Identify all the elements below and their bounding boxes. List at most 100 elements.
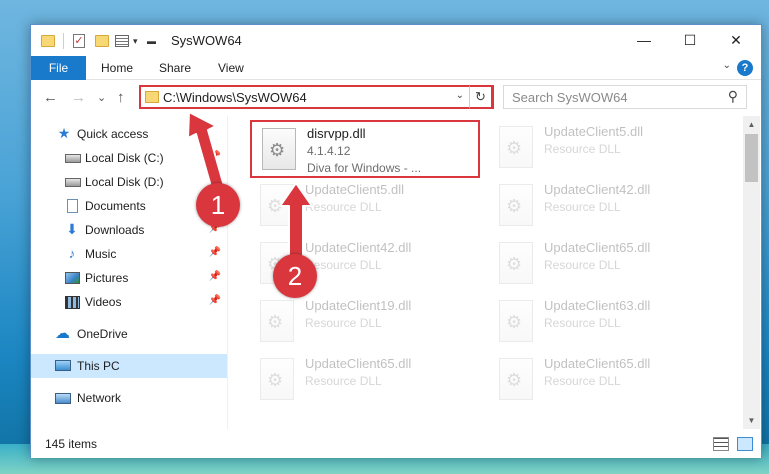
dll-file-icon: ⚙ [499,242,533,284]
file-tile[interactable]: ⚙ UpdateClient65.dll Resource DLL [489,236,719,294]
tiles-view-icon[interactable] [737,437,753,451]
close-button[interactable]: ✕ [713,25,759,55]
minimize-button[interactable]: — [621,25,667,55]
sidebar-item-videos[interactable]: Videos 📌 [31,290,227,314]
dll-file-icon: ⚙ [499,184,533,226]
document-icon [67,199,78,213]
file-type: Resource DLL [305,374,382,388]
chevron-down-icon[interactable]: ▾ [133,36,138,52]
sidebar-item-pictures[interactable]: Pictures 📌 [31,266,227,290]
file-tile[interactable]: ⚙ UpdateClient5.dll Resource DLL [489,120,719,178]
sidebar-item-this-pc[interactable]: This PC [31,354,227,378]
tab-share[interactable]: Share [159,56,191,80]
dll-file-icon: ⚙ [499,300,533,342]
step-2-badge: 2 [273,254,317,298]
sidebar-item-local-disk-c[interactable]: Local Disk (C:) 📌 [31,146,227,170]
file-name: UpdateClient63.dll [544,298,651,313]
ribbon-tabs: File Home Share View ⌄ ? [31,56,761,80]
tab-home[interactable]: Home [101,56,133,80]
network-icon [55,393,71,404]
help-icon[interactable]: ? [737,60,753,76]
pane-divider[interactable] [227,116,228,429]
refresh-button[interactable]: ↻ [469,85,493,109]
star-icon: ★ [57,125,71,141]
expand-ribbon-icon[interactable]: ⌄ [723,60,731,71]
address-bar[interactable]: C:\Windows\SysWOW64 ⌄ [139,85,494,109]
file-type: Resource DLL [544,200,621,214]
new-folder-icon[interactable] [95,35,109,47]
search-icon[interactable]: ⚲ [728,88,738,105]
back-button[interactable]: ← [43,89,58,106]
address-dropdown-icon[interactable]: ⌄ [456,90,464,101]
file-name: UpdateClient65.dll [544,240,651,255]
sidebar-item-label: Downloads [85,223,145,237]
scrollbar-thumb[interactable] [745,134,758,182]
file-tile[interactable]: ⚙ UpdateClient5.dll Resource DLL [250,178,480,236]
details-view-icon[interactable] [713,437,729,451]
file-tile[interactable]: ⚙ UpdateClient19.dll Resource DLL [250,294,480,352]
computer-icon [55,360,71,371]
folder-icon [41,35,55,47]
maximize-button[interactable]: ☐ [667,25,713,55]
sidebar-item-label: Local Disk (C:) [85,151,164,165]
music-icon: ♪ [68,246,76,261]
file-description: Diva for Windows - ... [307,161,422,175]
pictures-icon [65,272,80,284]
sidebar-item-music[interactable]: ♪ Music 📌 [31,242,227,266]
sidebar-item-label: Pictures [85,271,129,285]
navigation-pane: ★ Quick access Local Disk (C:) 📌 Local D… [31,116,227,429]
address-path[interactable]: C:\Windows\SysWOW64 [163,90,307,105]
recent-locations-button[interactable]: ⌄ [97,91,106,104]
sidebar-item-quick-access[interactable]: ★ Quick access [31,122,227,146]
forward-button[interactable]: → [71,89,86,106]
tab-file[interactable]: File [31,56,86,80]
scroll-down-icon[interactable]: ▼ [743,412,760,429]
customize-toolbar-icon[interactable]: ▬ [147,36,156,52]
file-type: Resource DLL [305,200,382,214]
vertical-scrollbar[interactable]: ▲ ▼ [743,116,760,429]
file-type: Resource DLL [544,374,621,388]
gear-icon: ⚙ [506,370,523,390]
pin-icon[interactable]: 📌 [209,295,221,306]
file-type: Resource DLL [544,316,621,330]
file-tile[interactable]: ⚙ UpdateClient42.dll Resource DLL [489,178,719,236]
dll-file-icon: ⚙ [260,184,294,226]
dll-file-icon: ⚙ [499,126,533,168]
file-type: Resource DLL [305,316,382,330]
gear-icon: ⚙ [506,196,523,216]
pin-icon[interactable]: 📌 [209,271,221,282]
sidebar-item-network[interactable]: Network [31,386,227,410]
scroll-up-icon[interactable]: ▲ [743,116,760,133]
gear-icon: ⚙ [506,138,523,158]
sidebar-item-label: Music [85,247,117,261]
file-type: Resource DLL [544,258,621,272]
file-tile[interactable]: ⚙ UpdateClient63.dll Resource DLL [489,294,719,352]
properties-icon[interactable] [115,35,129,47]
dll-file-icon: ⚙ [262,128,296,170]
download-icon: ⬇ [66,221,78,237]
file-tile-disrvpp[interactable]: ⚙ disrvpp.dll 4.1.4.12 Diva for Windows … [250,120,480,178]
file-version: 4.1.4.12 [307,144,351,158]
search-input[interactable]: Search SysWOW64 ⚲ [503,85,747,109]
pin-icon[interactable]: 📌 [209,151,221,162]
gear-icon: ⚙ [269,140,286,160]
file-type: Resource DLL [544,142,621,156]
toolbar-divider [63,33,64,49]
up-button[interactable]: ↑ [117,89,125,106]
sidebar-item-onedrive[interactable]: ☁ OneDrive [31,322,227,346]
file-name: UpdateClient65.dll [544,356,651,371]
pin-icon[interactable]: 📌 [209,247,221,258]
gear-icon: ⚙ [267,312,284,332]
status-bar: 145 items [31,431,761,458]
dll-file-icon: ⚙ [499,358,533,400]
tab-view[interactable]: View [218,56,244,80]
sidebar-item-local-disk-d[interactable]: Local Disk (D:) [31,170,227,194]
file-tile[interactable]: ⚙ UpdateClient65.dll Resource DLL [250,352,480,410]
window-title: SysWOW64 [171,33,242,48]
sidebar-item-downloads[interactable]: ⬇ Downloads 📌 [31,218,227,242]
file-tile[interactable]: ⚙ UpdateClient65.dll Resource DLL [489,352,719,410]
cloud-icon: ☁ [55,325,70,342]
gear-icon: ⚙ [267,196,284,216]
file-type: Resource DLL [305,258,382,272]
properties-check-icon[interactable]: ✓ [73,34,85,48]
